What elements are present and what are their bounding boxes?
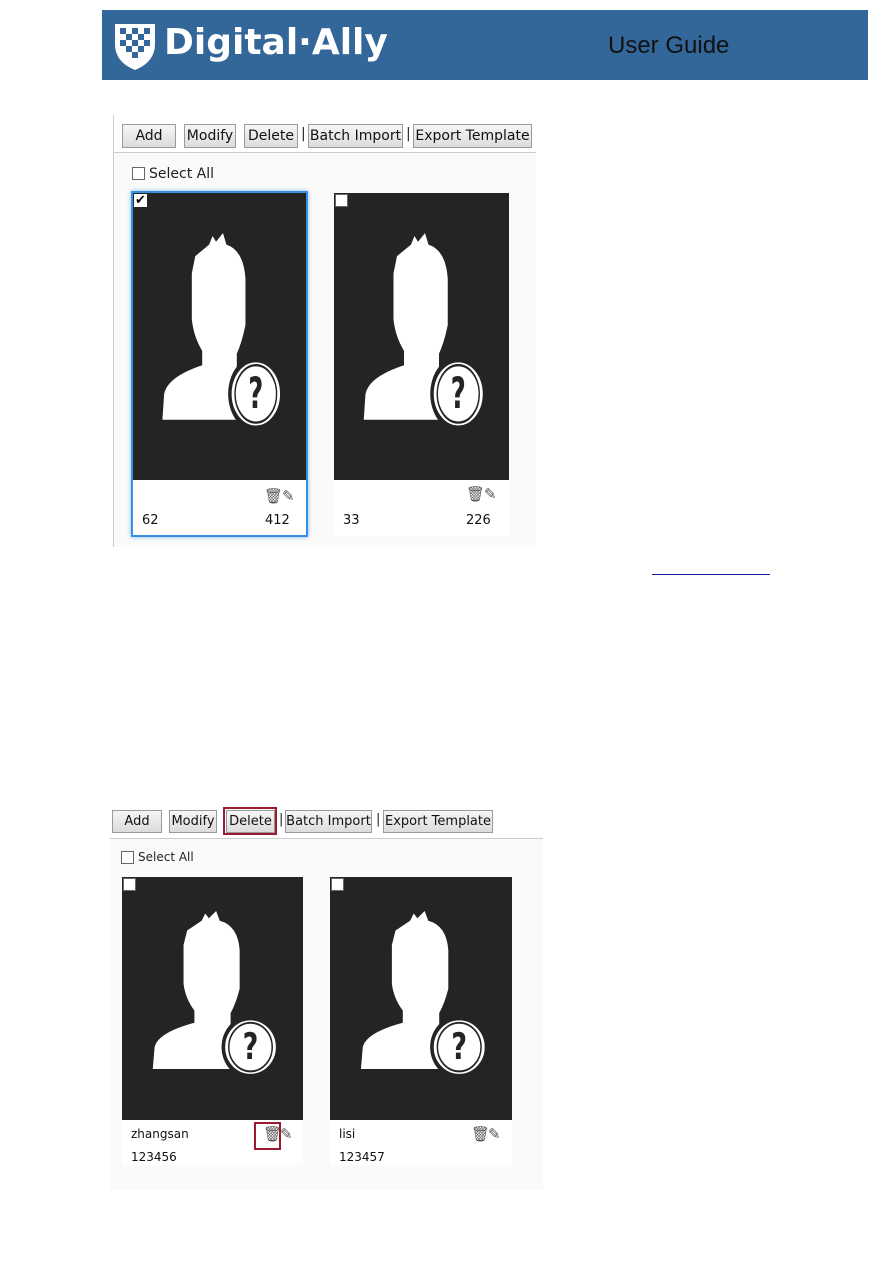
toolbar-divider [114, 152, 536, 153]
person-card[interactable]: ? 🗑 ✎ 33 226 [334, 193, 509, 536]
screenshot-1: Add Modify Delete | Batch Import | Expor… [113, 115, 536, 547]
add-button[interactable]: Add [112, 810, 162, 833]
export-template-button[interactable]: Export Template [413, 124, 532, 148]
select-all-checkbox[interactable] [121, 851, 134, 864]
header-banner: Digital·Ally User Guide [102, 10, 868, 80]
brand-logo-text: Digital·Ally [164, 22, 388, 63]
card-id-left: 62 [142, 513, 159, 528]
person-card[interactable]: ? zhangsan 🗑 ✎ 123456 [122, 877, 303, 1165]
person-photo: ? [133, 193, 306, 480]
batch-import-button[interactable]: Batch Import [308, 124, 403, 148]
card-id-right: 226 [466, 513, 491, 528]
card-name: zhangsan [131, 1127, 189, 1141]
modify-button[interactable]: Modify [184, 124, 236, 148]
add-button[interactable]: Add [122, 124, 176, 148]
modify-button[interactable]: Modify [169, 810, 217, 833]
toolbar-separator: | [279, 812, 284, 827]
page: Digital·Ally User Guide Add Modify Delet… [0, 0, 894, 1263]
select-all-label: Select All [149, 166, 214, 182]
svg-text:?: ? [451, 1025, 467, 1068]
toolbar-separator: | [376, 812, 381, 827]
person-photo: ? [122, 877, 303, 1120]
card-name: lisi [339, 1127, 356, 1141]
card-id: 123456 [131, 1150, 177, 1164]
hyperlink-underline[interactable] [652, 574, 770, 575]
pencil-icon[interactable]: ✎ [280, 1125, 293, 1143]
person-photo: ? [330, 877, 512, 1120]
select-all-checkbox[interactable] [132, 167, 145, 180]
card-id-left: 33 [343, 513, 360, 528]
pencil-icon[interactable]: ✎ [488, 1125, 501, 1143]
svg-text:?: ? [248, 369, 263, 419]
card-id-right: 412 [265, 513, 290, 528]
card-checkbox[interactable] [123, 878, 136, 891]
delete-highlight-box [223, 807, 277, 835]
unknown-person-icon: ? [162, 233, 284, 432]
svg-text:?: ? [243, 1025, 259, 1068]
trash-icon[interactable]: 🗑 [466, 485, 485, 503]
unknown-person-icon: ? [363, 233, 487, 432]
unknown-person-icon: ? [360, 911, 489, 1079]
delete-button[interactable]: Delete [244, 124, 298, 148]
header-title: User Guide [608, 32, 730, 59]
select-all-label: Select All [138, 850, 194, 864]
card-id: 123457 [339, 1150, 385, 1164]
card-checkbox-checked[interactable]: ✔ [134, 193, 147, 207]
screenshot-2: Add Modify Delete | Batch Import | Expor… [110, 800, 543, 1190]
card-checkbox[interactable] [335, 194, 348, 207]
card-checkbox[interactable] [331, 878, 344, 891]
person-photo: ? [334, 193, 509, 480]
person-card[interactable]: ? lisi 🗑 ✎ 123457 [330, 877, 512, 1165]
toolbar-separator: | [301, 126, 306, 142]
pencil-icon[interactable]: ✎ [484, 485, 497, 503]
export-template-button[interactable]: Export Template [383, 810, 493, 833]
svg-text:?: ? [451, 370, 466, 420]
trash-icon[interactable]: 🗑 [264, 487, 283, 505]
person-card[interactable]: ? ✔ 🗑 ✎ 62 412 [131, 191, 308, 537]
trash-highlight-box [254, 1122, 281, 1150]
toolbar-separator: | [406, 126, 411, 142]
batch-import-button[interactable]: Batch Import [285, 810, 372, 833]
toolbar-divider [110, 838, 543, 839]
shield-logo-icon [115, 24, 155, 70]
pencil-icon[interactable]: ✎ [282, 487, 295, 505]
unknown-person-icon: ? [152, 911, 280, 1079]
